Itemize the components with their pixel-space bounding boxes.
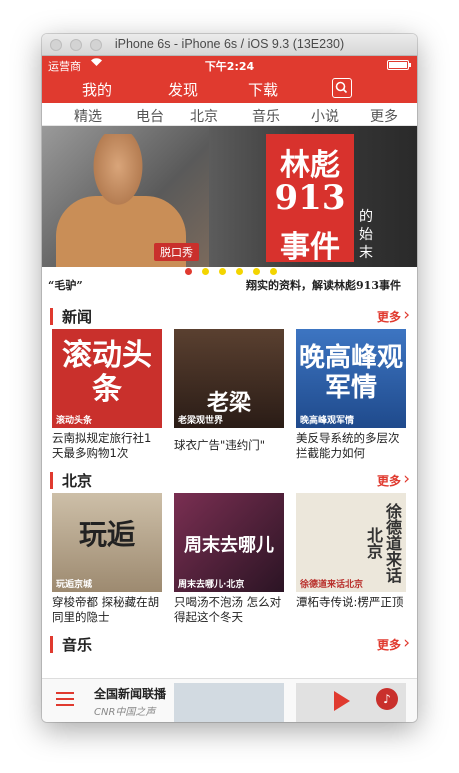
category-featured[interactable]: 精选 bbox=[74, 106, 102, 126]
menu-icon[interactable] bbox=[56, 692, 74, 706]
carousel-dot[interactable] bbox=[270, 268, 277, 275]
status-bar: 运营商 下午2:24 bbox=[42, 56, 417, 74]
category-beijing[interactable]: 北京 bbox=[190, 106, 218, 126]
window-title: iPhone 6s - iPhone 6s / iOS 9.3 (13E230) bbox=[114, 37, 345, 51]
battery-icon bbox=[387, 60, 411, 70]
banner-caption-left: “毛驴” bbox=[48, 279, 83, 292]
banner-carousel[interactable]: 脱口秀 林彪 913 事件 的始末 bbox=[42, 126, 417, 267]
carousel-dot[interactable] bbox=[185, 268, 192, 275]
mini-player-bar[interactable]: 全国新闻联播 CNR中国之声 ♪ bbox=[42, 678, 417, 722]
banner-caption-row: “毛驴” 翔实的资料，解读林彪913事件 bbox=[42, 267, 417, 297]
carousel-dot[interactable] bbox=[236, 268, 243, 275]
program-card[interactable]: 玩逅 玩逅京城 穿梭帝都 探秘藏在胡同里的隐士 bbox=[52, 493, 162, 625]
section-header-beijing: 北京 更多 › bbox=[42, 469, 417, 493]
poster-line-3: 事件 bbox=[280, 230, 340, 265]
search-icon[interactable] bbox=[332, 78, 352, 98]
nav-tab-download[interactable]: 下载 bbox=[248, 79, 278, 100]
section-more-link[interactable]: 更多 bbox=[377, 636, 401, 653]
program-title: 云南拟规定旅行社1天最多购物1次 bbox=[52, 431, 152, 460]
thumb-subtitle: 玩逅京城 bbox=[56, 580, 93, 590]
carousel-page-indicator bbox=[185, 268, 277, 275]
banner-caption-right: 翔实的资料，解读林彪913事件 bbox=[246, 279, 401, 292]
thumb-title: 滚动头条 bbox=[62, 338, 152, 407]
banner-poster-area: 林彪 913 事件 的始末 bbox=[209, 126, 417, 267]
program-card[interactable]: 老梁 老梁观世界 球衣广告"违约门" bbox=[174, 329, 284, 453]
chevron-right-icon[interactable]: › bbox=[403, 469, 410, 489]
category-bar: 精选 电台 北京 音乐 小说 更多 bbox=[42, 103, 417, 126]
nav-tab-mine[interactable]: 我的 bbox=[82, 79, 112, 100]
banner-poster: 林彪 913 事件 bbox=[266, 134, 354, 265]
thumb-subtitle: 周末去哪儿·北京 bbox=[178, 580, 245, 590]
carousel-dot[interactable] bbox=[253, 268, 260, 275]
program-card[interactable]: 徐德道来话北京 徐德道来话北京 潭柘寺传说:楞严正顶 bbox=[296, 493, 406, 610]
category-more[interactable]: 更多 bbox=[370, 106, 398, 126]
thumb-subtitle: 老梁观世界 bbox=[178, 416, 224, 426]
section-header-news: 新闻 更多 › bbox=[42, 305, 417, 329]
section-title: 音乐 bbox=[62, 636, 93, 654]
thumb-title: 周末去哪儿 bbox=[184, 535, 274, 556]
simulator-window: iPhone 6s - iPhone 6s / iOS 9.3 (13E230)… bbox=[42, 34, 417, 722]
section-title: 新闻 bbox=[62, 308, 93, 326]
category-music[interactable]: 音乐 bbox=[252, 106, 280, 126]
banner-tag: 脱口秀 bbox=[154, 243, 199, 261]
section-more-link[interactable]: 更多 bbox=[377, 472, 401, 489]
thumb-subtitle: 晚高峰观军情 bbox=[300, 416, 355, 426]
chevron-right-icon[interactable]: › bbox=[403, 633, 410, 653]
section-title: 北京 bbox=[62, 472, 93, 490]
section-row-beijing: 玩逅 玩逅京城 穿梭帝都 探秘藏在胡同里的隐士 周末去哪儿 周末去哪儿·北京 只… bbox=[42, 493, 417, 625]
now-playing-title: 全国新闻联播 bbox=[94, 687, 167, 701]
program-title: 美反导系统的多层次拦截能力如何 bbox=[296, 431, 400, 460]
window-titlebar: iPhone 6s - iPhone 6s / iOS 9.3 (13E230) bbox=[42, 34, 417, 56]
poster-side-text: 的始末 bbox=[359, 209, 373, 261]
section-row-news: 滚动头条 滚动头条 云南拟规定旅行社1天最多购物1次 老梁 老梁观世界 球衣广告… bbox=[42, 329, 417, 461]
status-time: 下午2:24 bbox=[204, 60, 255, 73]
program-thumbnail: 老梁 老梁观世界 bbox=[174, 329, 284, 428]
play-icon[interactable] bbox=[334, 691, 350, 711]
thumb-subtitle: 徐德道来话北京 bbox=[300, 580, 364, 590]
program-thumbnail: 晚高峰观军情 晚高峰观军情 bbox=[296, 329, 406, 428]
thumb-subtitle: 滚动头条 bbox=[56, 416, 93, 426]
top-nav-bar: 我的 发现 下载 bbox=[42, 74, 417, 103]
thumb-title: 玩逅 bbox=[78, 518, 135, 551]
nav-tab-discover[interactable]: 发现 bbox=[168, 79, 198, 100]
program-card[interactable]: 滚动头条 滚动头条 云南拟规定旅行社1天最多购物1次 bbox=[52, 329, 162, 461]
program-thumbnail: 周末去哪儿 周末去哪儿·北京 bbox=[174, 493, 284, 592]
program-thumbnail: 玩逅 玩逅京城 bbox=[52, 493, 162, 592]
poster-line-2: 913 bbox=[274, 178, 346, 218]
now-playing-subtitle: CNR中国之声 bbox=[94, 707, 156, 718]
music-icon[interactable]: ♪ bbox=[376, 688, 398, 710]
section-header-music: 音乐 更多 › bbox=[42, 633, 417, 657]
program-title: 穿梭帝都 探秘藏在胡同里的隐士 bbox=[52, 595, 160, 624]
program-card[interactable]: 周末去哪儿 周末去哪儿·北京 只喝汤不泡汤 怎么对得起这个冬天 bbox=[174, 493, 284, 625]
thumb-title: 晚高峰观军情 bbox=[298, 343, 403, 403]
program-thumbnail: 滚动头条 滚动头条 bbox=[52, 329, 162, 428]
section-more-link[interactable]: 更多 bbox=[377, 308, 401, 325]
category-novel[interactable]: 小说 bbox=[311, 106, 339, 126]
program-card[interactable]: 晚高峰观军情 晚高峰观军情 美反导系统的多层次拦截能力如何 bbox=[296, 329, 406, 461]
program-title: 只喝汤不泡汤 怎么对得起这个冬天 bbox=[174, 595, 282, 624]
thumb-title: 徐德道来话北京 bbox=[364, 503, 402, 583]
program-thumbnail: 徐德道来话北京 徐德道来话北京 bbox=[296, 493, 406, 592]
program-title: 球衣广告"违约门" bbox=[174, 438, 266, 452]
banner-photo-host: 脱口秀 bbox=[42, 126, 209, 267]
carousel-dot[interactable] bbox=[202, 268, 209, 275]
category-radio[interactable]: 电台 bbox=[136, 106, 164, 126]
chevron-right-icon[interactable]: › bbox=[403, 305, 410, 325]
carousel-dot[interactable] bbox=[219, 268, 226, 275]
program-title: 潭柘寺传说:楞严正顶 bbox=[296, 595, 404, 609]
